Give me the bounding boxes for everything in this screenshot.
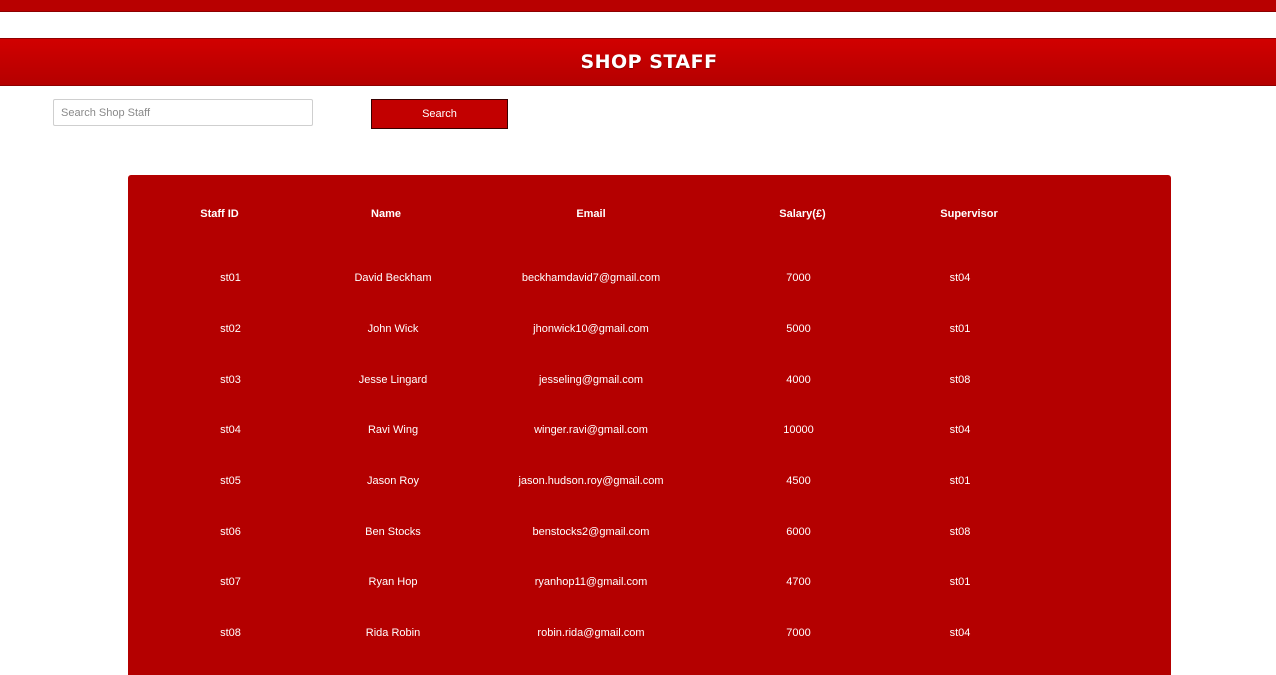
email-cell: jason.hudson.roy@gmail.com [518, 475, 664, 488]
title-banner: SHOP STAFF [0, 38, 1276, 86]
salary-cell: 5000 [786, 323, 811, 336]
staff-table-panel: Staff ID Name Email Salary(£) Supervisor… [128, 175, 1171, 675]
table-row: st08 Rida Robin robin.rida@gmail.com 7000 st… [128, 608, 1171, 659]
column-header-email: Email [576, 208, 606, 220]
row-spacer-cell [1054, 354, 1171, 405]
column-spacer [1054, 175, 1171, 253]
salary-cell: 6000 [786, 525, 811, 538]
supervisor-cell: st08 [949, 373, 971, 386]
salary-cell: 4500 [786, 475, 811, 488]
table-row: st06 Ben Stocks benstocks2@gmail.com 6000 st… [128, 506, 1171, 557]
name-cell: Jason Roy [367, 475, 419, 488]
column-header-supervisor: Supervisor [940, 208, 998, 220]
staff-id-cell: st08 [220, 627, 241, 640]
row-spacer-cell [1054, 405, 1171, 456]
row-spacer-cell [1054, 456, 1171, 507]
email-cell: benstocks2@gmail.com [532, 525, 650, 538]
row-spacer-cell [1054, 506, 1171, 557]
table-row: st02 John Wick jhonwick10@gmail.com 5000 st0… [128, 304, 1171, 355]
table-row: st07 Ryan Hop ryanhop11@gmail.com 4700 st01 [128, 557, 1171, 608]
row-spacer-cell [1054, 253, 1171, 304]
supervisor-cell: st01 [949, 323, 971, 336]
supervisor-cell: st04 [949, 424, 971, 437]
row-spacer-cell [1054, 608, 1171, 659]
name-cell: Ryan Hop [368, 576, 418, 589]
table-row: st05 Jason Roy jason.hudson.roy@gmail.com 4… [128, 456, 1171, 507]
staff-id-cell: st03 [220, 373, 241, 386]
name-cell: Ravi Wing [367, 424, 419, 437]
name-cell: David Beckham [354, 272, 432, 285]
name-cell: Rida Robin [365, 627, 421, 640]
top-nav-strip [0, 0, 1276, 12]
email-cell: ryanhop11@gmail.com [534, 576, 648, 589]
column-header-name: Name [371, 208, 401, 220]
name-cell: Ben Stocks [365, 525, 421, 538]
table-header-row: Staff ID Name Email Salary(£) Supervisor [128, 175, 1171, 253]
search-button[interactable]: Search [371, 99, 508, 129]
staff-id-cell: st01 [220, 272, 241, 285]
supervisor-cell: st08 [949, 525, 971, 538]
table-row: st04 Ravi Wing winger.ravi@gmail.com 10000 s… [128, 405, 1171, 456]
row-spacer-cell [1054, 304, 1171, 355]
supervisor-cell: st04 [949, 627, 971, 640]
email-cell: jesseling@gmail.com [538, 373, 644, 386]
name-cell: John Wick [367, 323, 419, 336]
supervisor-cell: st01 [949, 475, 971, 488]
staff-id-cell: st05 [220, 475, 241, 488]
supervisor-cell: st04 [949, 272, 971, 285]
name-cell: Jesse Lingard [358, 373, 428, 386]
salary-cell: 7000 [786, 627, 811, 640]
search-input[interactable] [53, 99, 313, 126]
page-title: SHOP STAFF [580, 51, 718, 73]
salary-cell: 7000 [786, 272, 811, 285]
email-cell: beckhamdavid7@gmail.com [521, 272, 661, 285]
staff-id-cell: st02 [220, 323, 241, 336]
table-body: st01 David Beckham beckhamdavid7@gmail.com… [128, 253, 1171, 659]
table-row: st01 David Beckham beckhamdavid7@gmail.com… [128, 253, 1171, 304]
staff-id-cell: st06 [220, 525, 241, 538]
email-cell: winger.ravi@gmail.com [534, 424, 648, 437]
email-cell: robin.rida@gmail.com [537, 627, 645, 640]
staff-id-cell: st07 [220, 576, 241, 589]
row-spacer-cell [1054, 557, 1171, 608]
salary-cell: 4000 [786, 373, 811, 386]
salary-cell: 4700 [786, 576, 811, 589]
staff-id-cell: st04 [220, 424, 241, 437]
table-row: st03 Jesse Lingard jesseling@gmail.com 4000… [128, 354, 1171, 405]
salary-cell: 10000 [783, 424, 814, 437]
column-header-salary: Salary(£) [779, 208, 826, 220]
staff-table: Staff ID Name Email Salary(£) Supervisor… [128, 175, 1171, 659]
email-cell: jhonwick10@gmail.com [533, 323, 649, 336]
supervisor-cell: st01 [949, 576, 971, 589]
column-header-staff-id: Staff ID [200, 208, 239, 220]
